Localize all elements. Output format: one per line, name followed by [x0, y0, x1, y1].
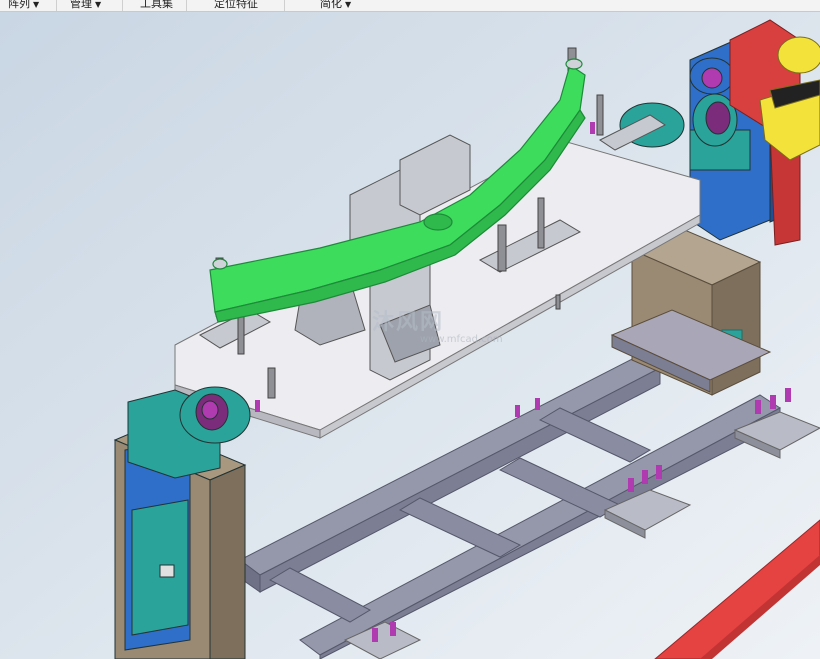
ribbon-divider: [284, 0, 285, 11]
watermark-url: www.mfcad.com: [420, 334, 503, 345]
ribbon-label-simplify: 简化: [320, 0, 342, 10]
ribbon-divider: [56, 0, 57, 11]
chevron-down-icon[interactable]: ▼: [95, 0, 101, 9]
ribbon-group-pattern[interactable]: 阵列 ▼: [8, 0, 39, 11]
ribbon-label-pattern: 阵列: [8, 0, 30, 10]
ribbon-group-simplify[interactable]: 简化 ▼: [320, 0, 351, 11]
ribbon-group-toolset[interactable]: 工具集: [140, 0, 173, 11]
watermark: 沐风网: [372, 310, 445, 335]
ribbon-label-toolset: 工具集: [140, 0, 173, 10]
ribbon-divider: [122, 0, 123, 11]
ribbon-label-locate-features: 定位特征: [214, 0, 258, 10]
ribbon-toolbar: 阵列 ▼ 管理 ▼ 工具集 定位特征 简化 ▼: [0, 0, 820, 12]
left-support-column[interactable]: [113, 386, 251, 659]
ribbon-divider: [186, 0, 187, 11]
ribbon-group-manage[interactable]: 管理 ▼: [70, 0, 101, 11]
chevron-down-icon[interactable]: ▼: [345, 0, 351, 9]
chevron-down-icon[interactable]: ▼: [33, 0, 39, 9]
ribbon-group-locate-features[interactable]: 定位特征: [214, 0, 258, 11]
ribbon-label-manage: 管理: [70, 0, 92, 10]
